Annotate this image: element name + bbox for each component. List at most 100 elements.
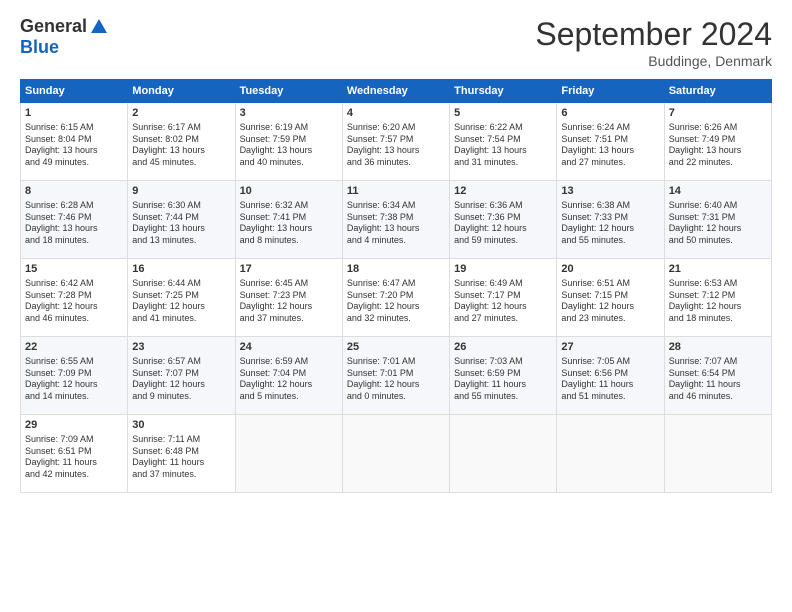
table-row: 10Sunrise: 6:32 AM Sunset: 7:41 PM Dayli… [235,181,342,259]
day-number: 22 [25,340,123,355]
day-info: Sunrise: 7:09 AM Sunset: 6:51 PM Dayligh… [25,434,123,481]
calendar-header-row: SundayMondayTuesdayWednesdayThursdayFrid… [21,80,772,103]
day-number: 18 [347,262,445,277]
table-row: 14Sunrise: 6:40 AM Sunset: 7:31 PM Dayli… [664,181,771,259]
table-row: 12Sunrise: 6:36 AM Sunset: 7:36 PM Dayli… [450,181,557,259]
table-row: 6Sunrise: 6:24 AM Sunset: 7:51 PM Daylig… [557,103,664,181]
day-info: Sunrise: 6:38 AM Sunset: 7:33 PM Dayligh… [561,200,659,247]
day-number: 4 [347,106,445,121]
day-info: Sunrise: 6:45 AM Sunset: 7:23 PM Dayligh… [240,278,338,325]
table-row: 19Sunrise: 6:49 AM Sunset: 7:17 PM Dayli… [450,259,557,337]
table-row: 2Sunrise: 6:17 AM Sunset: 8:02 PM Daylig… [128,103,235,181]
day-number: 30 [132,418,230,433]
table-row: 3Sunrise: 6:19 AM Sunset: 7:59 PM Daylig… [235,103,342,181]
day-info: Sunrise: 7:03 AM Sunset: 6:59 PM Dayligh… [454,356,552,403]
month-title: September 2024 [535,16,772,53]
table-row [664,415,771,493]
calendar-week-3: 15Sunrise: 6:42 AM Sunset: 7:28 PM Dayli… [21,259,772,337]
table-row: 22Sunrise: 6:55 AM Sunset: 7:09 PM Dayli… [21,337,128,415]
logo: General Blue [20,16,109,58]
table-row: 16Sunrise: 6:44 AM Sunset: 7:25 PM Dayli… [128,259,235,337]
table-row: 5Sunrise: 6:22 AM Sunset: 7:54 PM Daylig… [450,103,557,181]
day-number: 15 [25,262,123,277]
logo-general-text: General [20,16,87,37]
calendar-week-2: 8Sunrise: 6:28 AM Sunset: 7:46 PM Daylig… [21,181,772,259]
day-info: Sunrise: 7:05 AM Sunset: 6:56 PM Dayligh… [561,356,659,403]
title-block: September 2024 Buddinge, Denmark [535,16,772,69]
day-info: Sunrise: 6:28 AM Sunset: 7:46 PM Dayligh… [25,200,123,247]
day-info: Sunrise: 6:49 AM Sunset: 7:17 PM Dayligh… [454,278,552,325]
calendar: SundayMondayTuesdayWednesdayThursdayFrid… [20,79,772,493]
table-row: 11Sunrise: 6:34 AM Sunset: 7:38 PM Dayli… [342,181,449,259]
table-row: 25Sunrise: 7:01 AM Sunset: 7:01 PM Dayli… [342,337,449,415]
day-info: Sunrise: 6:26 AM Sunset: 7:49 PM Dayligh… [669,122,767,169]
table-row: 23Sunrise: 6:57 AM Sunset: 7:07 PM Dayli… [128,337,235,415]
calendar-header-wednesday: Wednesday [342,80,449,103]
day-number: 8 [25,184,123,199]
day-info: Sunrise: 6:51 AM Sunset: 7:15 PM Dayligh… [561,278,659,325]
table-row: 30Sunrise: 7:11 AM Sunset: 6:48 PM Dayli… [128,415,235,493]
calendar-week-1: 1Sunrise: 6:15 AM Sunset: 8:04 PM Daylig… [21,103,772,181]
day-info: Sunrise: 6:22 AM Sunset: 7:54 PM Dayligh… [454,122,552,169]
table-row: 17Sunrise: 6:45 AM Sunset: 7:23 PM Dayli… [235,259,342,337]
calendar-header-monday: Monday [128,80,235,103]
calendar-week-5: 29Sunrise: 7:09 AM Sunset: 6:51 PM Dayli… [21,415,772,493]
table-row: 26Sunrise: 7:03 AM Sunset: 6:59 PM Dayli… [450,337,557,415]
day-number: 26 [454,340,552,355]
table-row: 4Sunrise: 6:20 AM Sunset: 7:57 PM Daylig… [342,103,449,181]
day-number: 13 [561,184,659,199]
day-number: 24 [240,340,338,355]
day-number: 1 [25,106,123,121]
day-number: 16 [132,262,230,277]
day-info: Sunrise: 6:36 AM Sunset: 7:36 PM Dayligh… [454,200,552,247]
day-number: 9 [132,184,230,199]
day-info: Sunrise: 6:20 AM Sunset: 7:57 PM Dayligh… [347,122,445,169]
day-number: 17 [240,262,338,277]
table-row: 28Sunrise: 7:07 AM Sunset: 6:54 PM Dayli… [664,337,771,415]
table-row: 29Sunrise: 7:09 AM Sunset: 6:51 PM Dayli… [21,415,128,493]
table-row: 24Sunrise: 6:59 AM Sunset: 7:04 PM Dayli… [235,337,342,415]
table-row: 9Sunrise: 6:30 AM Sunset: 7:44 PM Daylig… [128,181,235,259]
day-info: Sunrise: 7:07 AM Sunset: 6:54 PM Dayligh… [669,356,767,403]
day-info: Sunrise: 6:34 AM Sunset: 7:38 PM Dayligh… [347,200,445,247]
day-number: 14 [669,184,767,199]
day-info: Sunrise: 6:53 AM Sunset: 7:12 PM Dayligh… [669,278,767,325]
logo-icon [89,17,109,37]
day-number: 28 [669,340,767,355]
logo-blue-text: Blue [20,37,59,57]
day-info: Sunrise: 6:47 AM Sunset: 7:20 PM Dayligh… [347,278,445,325]
table-row: 20Sunrise: 6:51 AM Sunset: 7:15 PM Dayli… [557,259,664,337]
table-row [450,415,557,493]
day-number: 23 [132,340,230,355]
calendar-header-thursday: Thursday [450,80,557,103]
day-info: Sunrise: 6:55 AM Sunset: 7:09 PM Dayligh… [25,356,123,403]
day-info: Sunrise: 6:15 AM Sunset: 8:04 PM Dayligh… [25,122,123,169]
day-info: Sunrise: 6:17 AM Sunset: 8:02 PM Dayligh… [132,122,230,169]
day-number: 7 [669,106,767,121]
table-row: 7Sunrise: 6:26 AM Sunset: 7:49 PM Daylig… [664,103,771,181]
table-row: 18Sunrise: 6:47 AM Sunset: 7:20 PM Dayli… [342,259,449,337]
day-info: Sunrise: 6:40 AM Sunset: 7:31 PM Dayligh… [669,200,767,247]
table-row [557,415,664,493]
day-info: Sunrise: 6:24 AM Sunset: 7:51 PM Dayligh… [561,122,659,169]
day-number: 27 [561,340,659,355]
day-info: Sunrise: 7:11 AM Sunset: 6:48 PM Dayligh… [132,434,230,481]
calendar-header-friday: Friday [557,80,664,103]
day-info: Sunrise: 6:42 AM Sunset: 7:28 PM Dayligh… [25,278,123,325]
location: Buddinge, Denmark [535,53,772,69]
day-info: Sunrise: 6:32 AM Sunset: 7:41 PM Dayligh… [240,200,338,247]
table-row: 27Sunrise: 7:05 AM Sunset: 6:56 PM Dayli… [557,337,664,415]
day-info: Sunrise: 6:30 AM Sunset: 7:44 PM Dayligh… [132,200,230,247]
day-number: 19 [454,262,552,277]
day-number: 25 [347,340,445,355]
day-number: 29 [25,418,123,433]
table-row: 1Sunrise: 6:15 AM Sunset: 8:04 PM Daylig… [21,103,128,181]
day-number: 6 [561,106,659,121]
day-info: Sunrise: 6:44 AM Sunset: 7:25 PM Dayligh… [132,278,230,325]
table-row: 8Sunrise: 6:28 AM Sunset: 7:46 PM Daylig… [21,181,128,259]
table-row [342,415,449,493]
day-number: 20 [561,262,659,277]
table-row: 15Sunrise: 6:42 AM Sunset: 7:28 PM Dayli… [21,259,128,337]
calendar-header-saturday: Saturday [664,80,771,103]
table-row [235,415,342,493]
